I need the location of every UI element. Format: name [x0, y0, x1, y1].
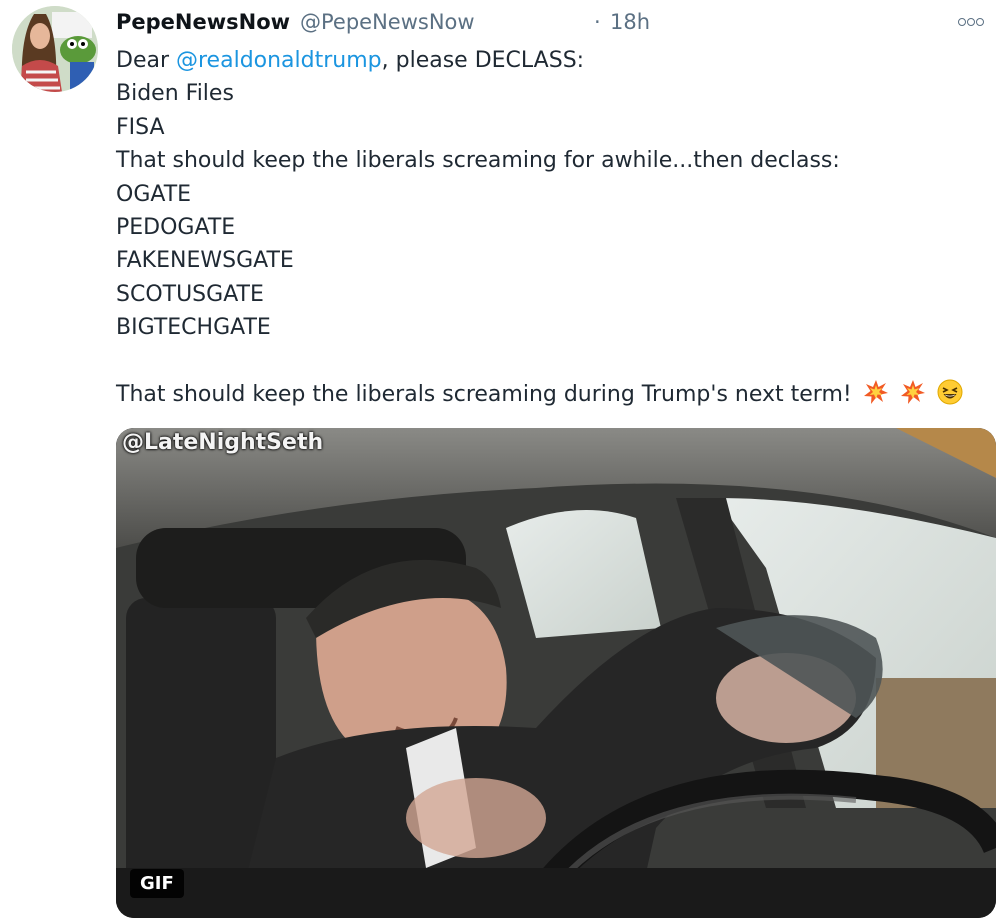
tweet-line: FAKENEWSGATE — [116, 248, 294, 274]
tweet-line: BIGTECHGATE — [116, 315, 271, 341]
tweet-line: Biden Files — [116, 81, 234, 107]
avatar-image — [12, 6, 98, 92]
more-options-icon[interactable] — [958, 14, 984, 30]
gif-badge[interactable]: GIF — [130, 869, 184, 898]
watermark: @LateNightSeth — [122, 430, 324, 455]
tweet-line: Dear @realdonaldtrump, please DECLASS: — [116, 44, 976, 77]
tweet-text: Dear @realdonaldtrump, please DECLASS: B… — [116, 44, 976, 411]
gif-media[interactable]: @LateNightSeth GIF — [116, 428, 996, 918]
collision-emoji-icon — [900, 379, 925, 404]
tweet-line: PEDOGATE — [116, 214, 236, 240]
tweet-header: PepeNewsNow @PepeNewsNow · 18h — [116, 6, 1000, 40]
gif-frame — [116, 428, 996, 918]
tweet-line: SCOTUSGATE — [116, 281, 264, 307]
user-handle[interactable]: @PepeNewsNow — [300, 10, 475, 34]
avatar[interactable] — [12, 6, 98, 92]
line-text: , please DECLASS: — [381, 48, 585, 73]
closing-text: That should keep the liberals screaming … — [116, 381, 852, 407]
grinning-squinting-emoji-icon — [937, 379, 963, 405]
display-name[interactable]: PepeNewsNow — [116, 10, 290, 34]
tweet-line: OGATE — [116, 181, 192, 207]
line-text: Dear — [116, 48, 176, 73]
tweet-line: That should keep the liberals screaming … — [116, 378, 976, 411]
separator: · — [594, 10, 601, 34]
tweet-line: FISA — [116, 114, 165, 140]
tweet-line: That should keep the liberals screaming … — [116, 148, 840, 174]
timestamp[interactable]: 18h — [610, 10, 650, 34]
mention-link[interactable]: @realdonaldtrump — [176, 48, 382, 73]
collision-emoji-icon — [863, 379, 888, 404]
